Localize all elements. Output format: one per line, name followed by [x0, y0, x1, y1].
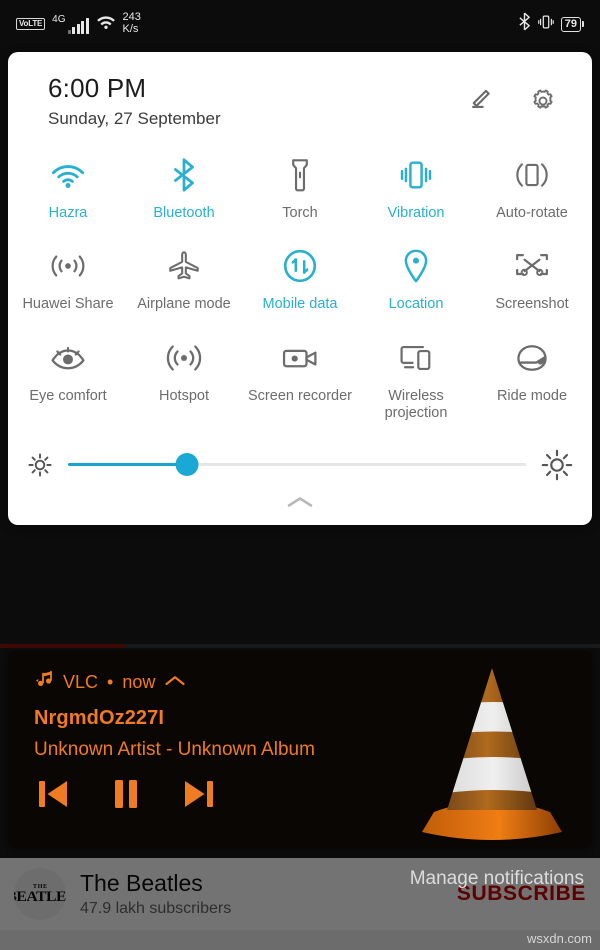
screenshot-icon — [513, 245, 551, 287]
battery-indicator: 79 — [560, 16, 584, 32]
tile-label: Location — [388, 296, 444, 313]
wireless-projection-icon — [398, 337, 434, 379]
tile-label: Screen recorder — [248, 387, 352, 404]
tile-torch[interactable]: Torch — [242, 145, 358, 234]
tile-label: Airplane mode — [137, 296, 231, 313]
clock-date: Sunday, 27 September — [48, 108, 221, 128]
tile-auto-rotate[interactable]: Auto-rotate — [474, 145, 590, 234]
tile-eye-comfort[interactable]: Eye comfort — [10, 328, 126, 434]
tile-bluetooth[interactable]: Bluetooth — [126, 145, 242, 234]
network-speed-unit: K/s — [122, 23, 139, 35]
airplane-icon — [166, 245, 202, 287]
tile-label: Wireless projection — [384, 387, 448, 421]
tile-label: Bluetooth — [153, 205, 215, 222]
music-note-icon — [34, 670, 54, 695]
huawei-share-icon — [48, 245, 88, 287]
panel-collapse-handle[interactable] — [8, 484, 592, 519]
manage-notifications-button[interactable]: Manage notifications — [410, 868, 584, 890]
tile-airplane-mode[interactable]: Airplane mode — [126, 236, 242, 325]
tile-label: Hazra — [48, 205, 88, 222]
media-notification-card[interactable]: VLC • now NrgmdOz227I Unknown Artist - U… — [8, 650, 592, 848]
media-app-name: VLC — [63, 672, 99, 692]
vibrate-icon — [397, 154, 435, 196]
clock-time: 6:00 PM — [48, 73, 147, 103]
signal-bars-icon: 4G — [52, 13, 89, 34]
tile-screen-recorder[interactable]: Screen recorder — [242, 328, 358, 434]
chevron-up-icon[interactable] — [164, 672, 186, 693]
tile-wifi[interactable]: Hazra — [10, 145, 126, 234]
clock-block[interactable]: 6:00 PM Sunday, 27 September — [48, 73, 464, 129]
tile-vibration[interactable]: Vibration — [358, 145, 474, 234]
status-bar-right: 79 — [518, 12, 584, 36]
gear-icon[interactable] — [528, 86, 558, 116]
media-track-subtitle: Unknown Artist - Unknown Album — [34, 739, 315, 760]
network-speed-indicator: 243 K/s — [123, 12, 141, 35]
media-track-title: NrgmdOz227I — [34, 707, 165, 729]
location-pin-icon — [402, 245, 430, 287]
tile-ride-mode[interactable]: Ride mode — [474, 328, 590, 434]
brightness-high-icon[interactable] — [540, 448, 574, 482]
volte-icon: VoLTE — [16, 18, 46, 30]
flashlight-icon — [288, 154, 312, 196]
tile-hotspot[interactable]: Hotspot — [126, 328, 242, 434]
screen-recorder-icon — [281, 337, 319, 379]
previous-track-button[interactable] — [34, 775, 74, 813]
chevron-up-icon — [286, 494, 314, 515]
wifi-icon — [96, 14, 116, 35]
watermark: wsxdn.com — [526, 931, 592, 946]
quick-settings-tile-grid: Hazra Bluetooth Torch Vibration Auto-rot… — [8, 129, 592, 433]
slider-thumb[interactable] — [175, 453, 199, 477]
tile-label: Screenshot — [495, 296, 569, 313]
pencil-edit-icon[interactable] — [464, 86, 494, 116]
quick-settings-header: 6:00 PM Sunday, 27 September — [8, 52, 592, 129]
tile-label: Ride mode — [496, 387, 568, 404]
tile-label: Auto-rotate — [496, 205, 568, 222]
pause-button[interactable] — [108, 775, 144, 813]
tile-wireless-projection[interactable]: Wireless projection — [358, 328, 474, 434]
slider-fill — [68, 463, 188, 467]
media-notification-body: VLC • now NrgmdOz227I Unknown Artist - U… — [8, 650, 592, 813]
next-track-button[interactable] — [178, 775, 218, 813]
auto-rotate-icon — [513, 154, 551, 196]
tile-label: Huawei Share — [22, 296, 114, 313]
brightness-low-icon[interactable] — [26, 451, 54, 479]
hotspot-icon — [166, 337, 202, 379]
bluetooth-icon — [518, 12, 531, 36]
network-type-label: 4G — [52, 13, 66, 25]
media-app-row: VLC • now — [34, 670, 592, 695]
tile-screenshot[interactable]: Screenshot — [474, 236, 590, 325]
status-bar: VoLTE 4G 243 K/s 79 — [0, 0, 600, 48]
eye-comfort-icon — [49, 337, 87, 379]
signal-bars — [67, 17, 89, 34]
brightness-slider[interactable] — [68, 451, 526, 479]
mobile-data-icon — [282, 245, 318, 287]
bluetooth-icon — [171, 154, 197, 196]
media-separator: • — [107, 672, 114, 692]
vibrate-icon — [537, 13, 555, 36]
tile-label: Eye comfort — [29, 387, 107, 404]
tile-label: Vibration — [387, 205, 445, 222]
status-bar-left: VoLTE 4G 243 K/s — [16, 12, 141, 35]
tile-label: Hotspot — [159, 387, 209, 404]
tile-mobile-data[interactable]: Mobile data — [242, 236, 358, 325]
tile-huawei-share[interactable]: Huawei Share — [10, 236, 126, 325]
battery-nub — [582, 21, 584, 27]
tile-location[interactable]: Location — [358, 236, 474, 325]
ride-mode-helmet-icon — [514, 337, 550, 379]
media-controls — [34, 775, 592, 813]
quick-settings-panel: 6:00 PM Sunday, 27 September Hazra Bluet… — [8, 52, 592, 525]
wifi-icon — [49, 154, 87, 196]
tile-label: Torch — [282, 205, 318, 222]
quick-settings-actions — [464, 74, 566, 116]
brightness-row — [8, 434, 592, 484]
media-time: now — [122, 672, 156, 692]
battery-percent-label: 79 — [560, 16, 581, 32]
tile-label: Mobile data — [262, 296, 338, 313]
